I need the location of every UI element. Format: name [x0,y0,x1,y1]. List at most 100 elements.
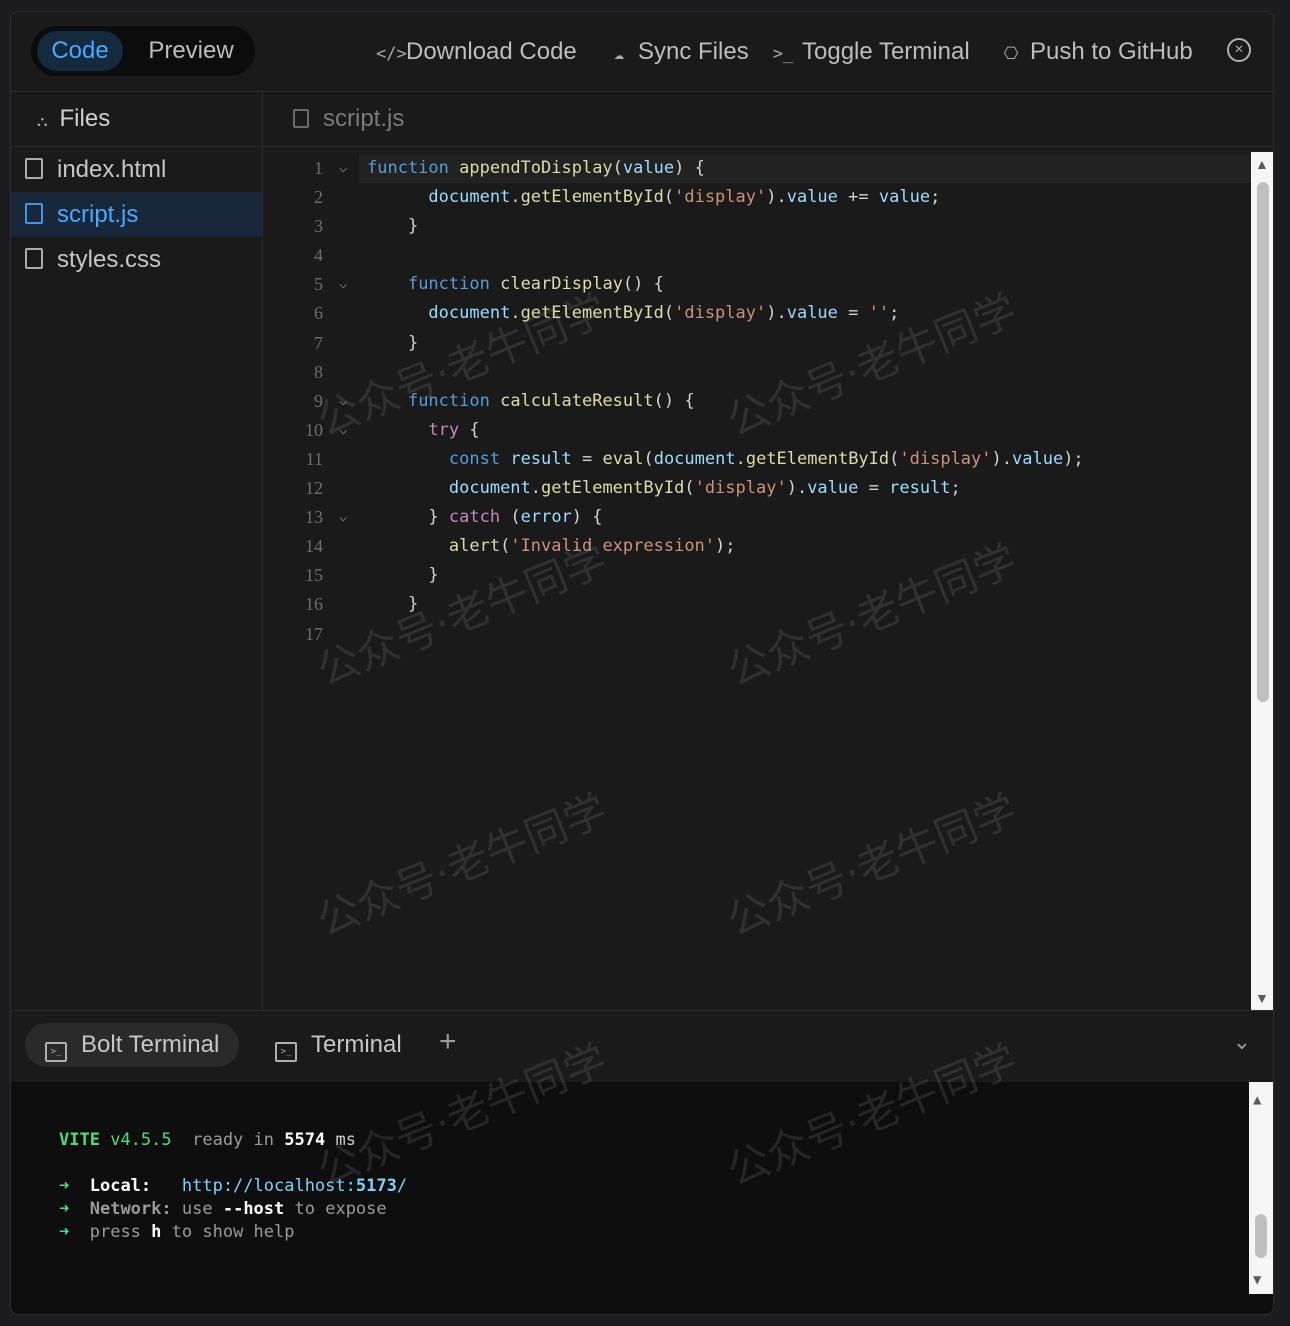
scrollbar-thumb[interactable] [1257,182,1269,702]
code-line: 12 document.getElementById('display').va… [263,474,1251,503]
code-line: 5 ⌵ function clearDisplay() { [263,270,1251,299]
tab-label: Bolt Terminal [81,1031,220,1058]
code-text: document.getElementById('display').value… [428,303,900,324]
cloud-sync-icon: ☁ [613,44,625,64]
files-header: ⛬ Files [11,92,262,147]
fold-chevron-icon[interactable]: ⌵ [339,503,347,532]
terminal-prompt-icon: >_ [772,44,794,64]
line-number: 13 [305,507,323,528]
help-line: ➜ press h to show help [59,1222,295,1242]
tab-bolt-terminal[interactable]: >_ Bolt Terminal [25,1023,240,1067]
header-toolbar: Code Preview </>Download Code ☁ Sync File… [11,12,1273,92]
sync-files-button[interactable]: ☁ Sync Files [608,34,749,70]
fold-chevron-icon[interactable]: ⌵ [339,416,347,445]
code-line: 13 ⌵ } catch (error) { [263,503,1251,532]
toggle-terminal-button[interactable]: >_ Toggle Terminal [772,34,970,70]
network-line: ➜ Network: use --host to expose [59,1199,387,1219]
chevron-down-icon[interactable]: ⌄ [1233,1029,1251,1055]
code-area[interactable]: 1 ⌵ function appendToDisplay(value) { 2 do… [263,154,1251,1004]
code-text: try { [428,419,480,440]
scrollbar-thumb[interactable] [1255,1214,1267,1258]
close-icon[interactable]: × [1227,38,1251,62]
file-icon [25,203,43,224]
line-number: 2 [314,187,323,208]
preview-view-button[interactable]: Preview [135,31,247,71]
line-number: 16 [305,594,323,615]
fold-chevron-icon[interactable]: ⌵ [339,270,347,299]
file-icon [293,109,309,128]
code-view-button[interactable]: Code [37,31,123,71]
download-code-label: Download Code [406,38,577,65]
tab-terminal[interactable]: >_ Terminal [255,1023,422,1067]
terminal-scrollbar[interactable]: ▲ ▼ [1249,1082,1273,1294]
editor-tab-label: script.js [323,105,405,132]
code-text: } [407,216,419,237]
sync-files-label: Sync Files [638,38,749,65]
code-text: function calculateResult() { [407,390,695,411]
file-icon [25,158,43,179]
download-code-button[interactable]: </>Download Code [376,34,577,70]
header-actions: </>Download Code ☁ Sync Files >_ Toggle Te… [376,12,1273,92]
scroll-down-icon[interactable]: ▼ [1253,1272,1261,1288]
code-line: 7 } [263,329,1251,358]
files-title: Files [59,105,111,132]
file-item-script-js[interactable]: script.js [11,192,262,237]
code-text: const result = eval(document.getElementB… [448,448,1084,469]
code-line: 16 } [263,590,1251,619]
code-line: 2 document.getElementById('display').val… [263,183,1251,212]
line-number: 15 [305,565,323,586]
line-number: 14 [305,536,323,557]
local-url-line: ➜ Local: http://localhost:5173/ [59,1176,408,1196]
code-line: 8 [263,358,1251,387]
line-number: 10 [305,419,323,440]
line-number: 3 [314,216,323,237]
push-to-github-label: Push to GitHub [1030,38,1193,65]
vite-ready-line: VITE v4.5.5 ready in 5574 ms [59,1130,356,1150]
github-icon: ⎔ [1003,44,1019,64]
line-number: 12 [305,478,323,499]
code-text: } [428,565,439,586]
scroll-down-icon[interactable]: ▼ [1255,990,1269,1006]
line-number: 5 [314,274,323,295]
code-line: 11 const result = eval(document.getEleme… [263,445,1251,474]
file-sidebar: ⛬ Files index.html script.js styles.css [11,92,263,1010]
terminal-output[interactable]: VITE v4.5.5 ready in 5574 ms ➜ Local: ht… [11,1082,1273,1314]
fold-chevron-icon[interactable]: ⌵ [339,387,347,416]
view-toggle: Code Preview [31,26,255,76]
add-terminal-icon[interactable]: + [439,1025,457,1059]
line-number: 17 [305,623,323,644]
terminal-icon: >_ [45,1042,67,1062]
file-item-styles-css[interactable]: styles.css [11,237,262,282]
line-number: 1 [314,158,323,178]
code-icon: </> [376,44,407,64]
fold-chevron-icon[interactable]: ⌵ [339,154,347,183]
toggle-terminal-label: Toggle Terminal [802,38,970,65]
scroll-up-icon[interactable]: ▲ [1253,1092,1261,1108]
editor-tab[interactable]: script.js [263,92,1273,147]
code-text: } [407,332,419,353]
line-number: 8 [314,361,323,382]
code-text: document.getElementById('display').value… [428,187,941,208]
code-line: 6 document.getElementById('display').val… [263,299,1251,328]
tab-label: Terminal [311,1031,402,1058]
line-number: 9 [314,390,323,411]
line-number: 4 [314,245,323,266]
app-window: Code Preview </>Download Code ☁ Sync File… [10,11,1274,1315]
code-text: function clearDisplay() { [407,274,664,295]
code-line: 1 ⌵ function appendToDisplay(value) { [314,154,1251,184]
code-text: } [407,594,419,615]
file-name: index.html [57,156,167,183]
code-text: document.getElementById('display').value… [448,478,961,499]
code-text: function appendToDisplay(value) { [367,158,705,178]
scroll-up-icon[interactable]: ▲ [1255,156,1269,172]
code-line: 15 } [263,561,1251,590]
line-number: 7 [314,332,323,353]
push-to-github-button[interactable]: ⎔ Push to GitHub [1000,34,1193,70]
file-item-index-html[interactable]: index.html [11,147,262,192]
code-text: } catch (error) { [428,507,603,528]
file-tree-icon: ⛬ [37,113,48,130]
code-line: 9 ⌵ function calculateResult() { [263,387,1251,416]
editor-scrollbar[interactable]: ▲ ▼ [1251,152,1273,1010]
code-editor: script.js 1 ⌵ function appendToDisplay(val… [263,92,1273,1010]
line-number: 11 [305,448,323,469]
